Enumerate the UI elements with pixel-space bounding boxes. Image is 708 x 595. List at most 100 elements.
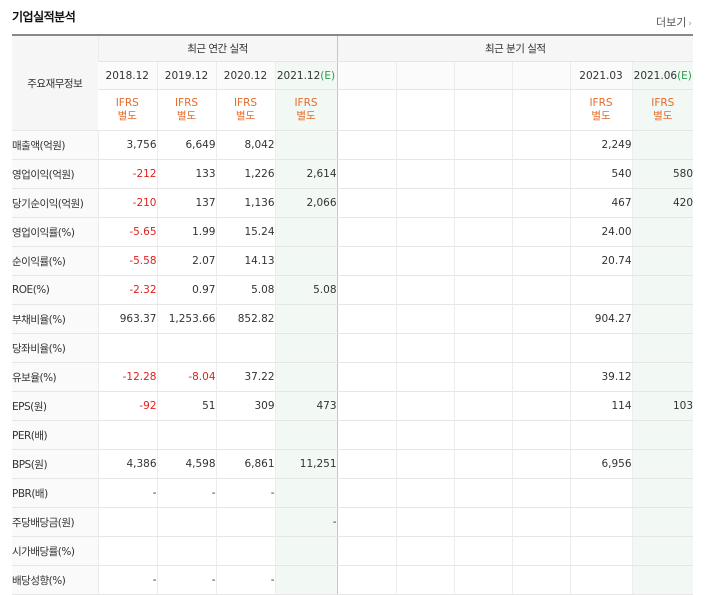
quarter-group-header: 최근 분기 실적 — [336, 35, 694, 62]
annual-date-header: 2021.12(E) — [274, 61, 338, 90]
quarter-value-cell — [453, 449, 513, 479]
annual-value-cell — [274, 420, 338, 450]
more-link[interactable]: 더보기 › — [656, 14, 692, 30]
annual-value-cell: 5.08 — [215, 275, 275, 305]
annual-value-cell — [274, 130, 338, 160]
quarter-value-cell — [453, 536, 513, 566]
quarter-value-cell — [631, 565, 694, 595]
quarter-value-cell — [631, 536, 694, 566]
annual-value-cell: 963.37 — [97, 304, 157, 334]
annual-value-cell — [156, 507, 216, 537]
annual-value-cell: - — [215, 565, 275, 595]
quarter-value-cell — [569, 478, 633, 508]
quarter-value-cell — [511, 217, 571, 247]
annual-value-cell — [97, 536, 157, 566]
separate-text: 별도 — [117, 110, 137, 122]
quarter-value-cell — [336, 304, 397, 334]
annual-value-cell: 4,598 — [156, 449, 216, 479]
quarter-value-cell — [569, 420, 633, 450]
table-row: ROE(%) -2.32 0.97 5.08 5.08 — [12, 275, 694, 305]
annual-value-cell — [156, 420, 216, 450]
ifrs-header — [336, 89, 397, 131]
annual-value-cell: 6,649 — [156, 130, 216, 160]
quarter-date-header — [336, 61, 397, 90]
annual-value-cell: 0.97 — [156, 275, 216, 305]
annual-value-cell: 852.82 — [215, 304, 275, 334]
ifrs-text: IFRS — [651, 97, 675, 109]
table-row: 매출액(억원) 3,756 6,649 8,042 2,249 — [12, 130, 694, 160]
quarter-value-cell — [336, 130, 397, 160]
annual-value-cell — [274, 478, 338, 508]
quarter-value-cell — [569, 275, 633, 305]
quarter-value-cell — [395, 507, 455, 537]
quarter-value-cell — [336, 246, 397, 276]
date-text: 2021.12 — [276, 69, 321, 82]
annual-value-cell: -12.28 — [97, 362, 157, 392]
quarter-value-cell — [631, 362, 694, 392]
quarter-date-header — [453, 61, 513, 90]
quarter-value-cell — [336, 536, 397, 566]
annual-value-cell: 309 — [215, 391, 275, 421]
ifrs-header: IFRS 별도 — [98, 89, 157, 131]
annual-value-cell: - — [274, 507, 338, 537]
annual-date-header: 2020.12 — [215, 61, 275, 90]
annual-value-cell: 37.22 — [215, 362, 275, 392]
annual-value-cell: -212 — [97, 159, 157, 189]
quarter-value-cell — [395, 304, 455, 334]
annual-value-cell — [156, 333, 216, 363]
annual-value-cell — [215, 507, 275, 537]
annual-value-cell: 14.13 — [215, 246, 275, 276]
quarter-value-cell — [631, 246, 694, 276]
annual-date-header: 2018.12 — [98, 61, 157, 90]
ifrs-header — [395, 89, 455, 131]
quarter-value-cell — [453, 391, 513, 421]
annual-value-cell: -92 — [97, 391, 157, 421]
row-label: 유보율(%) — [12, 362, 98, 392]
quarter-value-cell — [395, 449, 455, 479]
annual-value-cell: -210 — [97, 188, 157, 218]
quarter-value-cell — [569, 565, 633, 595]
date-text: 2018.12 — [105, 69, 149, 82]
quarter-date-header — [395, 61, 455, 90]
quarter-value-cell — [631, 217, 694, 247]
quarter-value-cell — [395, 275, 455, 305]
ifrs-header — [511, 89, 571, 131]
quarter-value-cell — [395, 246, 455, 276]
quarter-value-cell — [336, 420, 397, 450]
date-text: 2020.12 — [223, 69, 268, 82]
quarter-value-cell — [336, 478, 397, 508]
separate-text: 별도 — [653, 110, 673, 122]
quarter-value-cell — [453, 478, 513, 508]
quarter-value-cell — [395, 565, 455, 595]
row-label: ROE(%) — [12, 275, 98, 305]
annual-value-cell — [215, 420, 275, 450]
quarter-value-cell — [336, 507, 397, 537]
quarter-value-cell — [569, 536, 633, 566]
annual-value-cell: 8,042 — [215, 130, 275, 160]
ifrs-header: IFRS 별도 — [274, 89, 338, 131]
table-row: 당기순이익(억원) -210 137 1,136 2,066 467 420 — [12, 188, 694, 218]
ifrs-text: IFRS — [174, 97, 199, 109]
quarter-value-cell: 39.12 — [569, 362, 633, 392]
annual-value-cell: 1,253.66 — [156, 304, 216, 334]
ifrs-header: IFRS 별도 — [631, 89, 694, 131]
section-title: 기업실적분석 — [12, 10, 76, 24]
row-label: PBR(배) — [12, 478, 98, 508]
quarter-date-header: 2021.03 — [569, 61, 633, 90]
row-label: EPS(원) — [12, 391, 98, 421]
annual-value-cell: 473 — [274, 391, 338, 421]
chevron-right-icon: › — [688, 19, 692, 29]
quarter-value-cell — [336, 159, 397, 189]
quarter-value-cell — [511, 333, 571, 363]
quarter-value-cell — [395, 159, 455, 189]
table-row: PBR(배) - - - — [12, 478, 694, 508]
ifrs-header: IFRS 별도 — [156, 89, 216, 131]
annual-value-cell — [97, 420, 157, 450]
annual-value-cell — [274, 333, 338, 363]
quarter-value-cell — [453, 304, 513, 334]
separate-text: 별도 — [235, 110, 256, 122]
table-row: 유보율(%) -12.28 -8.04 37.22 39.12 — [12, 362, 694, 392]
annual-value-cell: 15.24 — [215, 217, 275, 247]
quarter-value-cell — [395, 188, 455, 218]
quarter-value-cell — [511, 275, 571, 305]
